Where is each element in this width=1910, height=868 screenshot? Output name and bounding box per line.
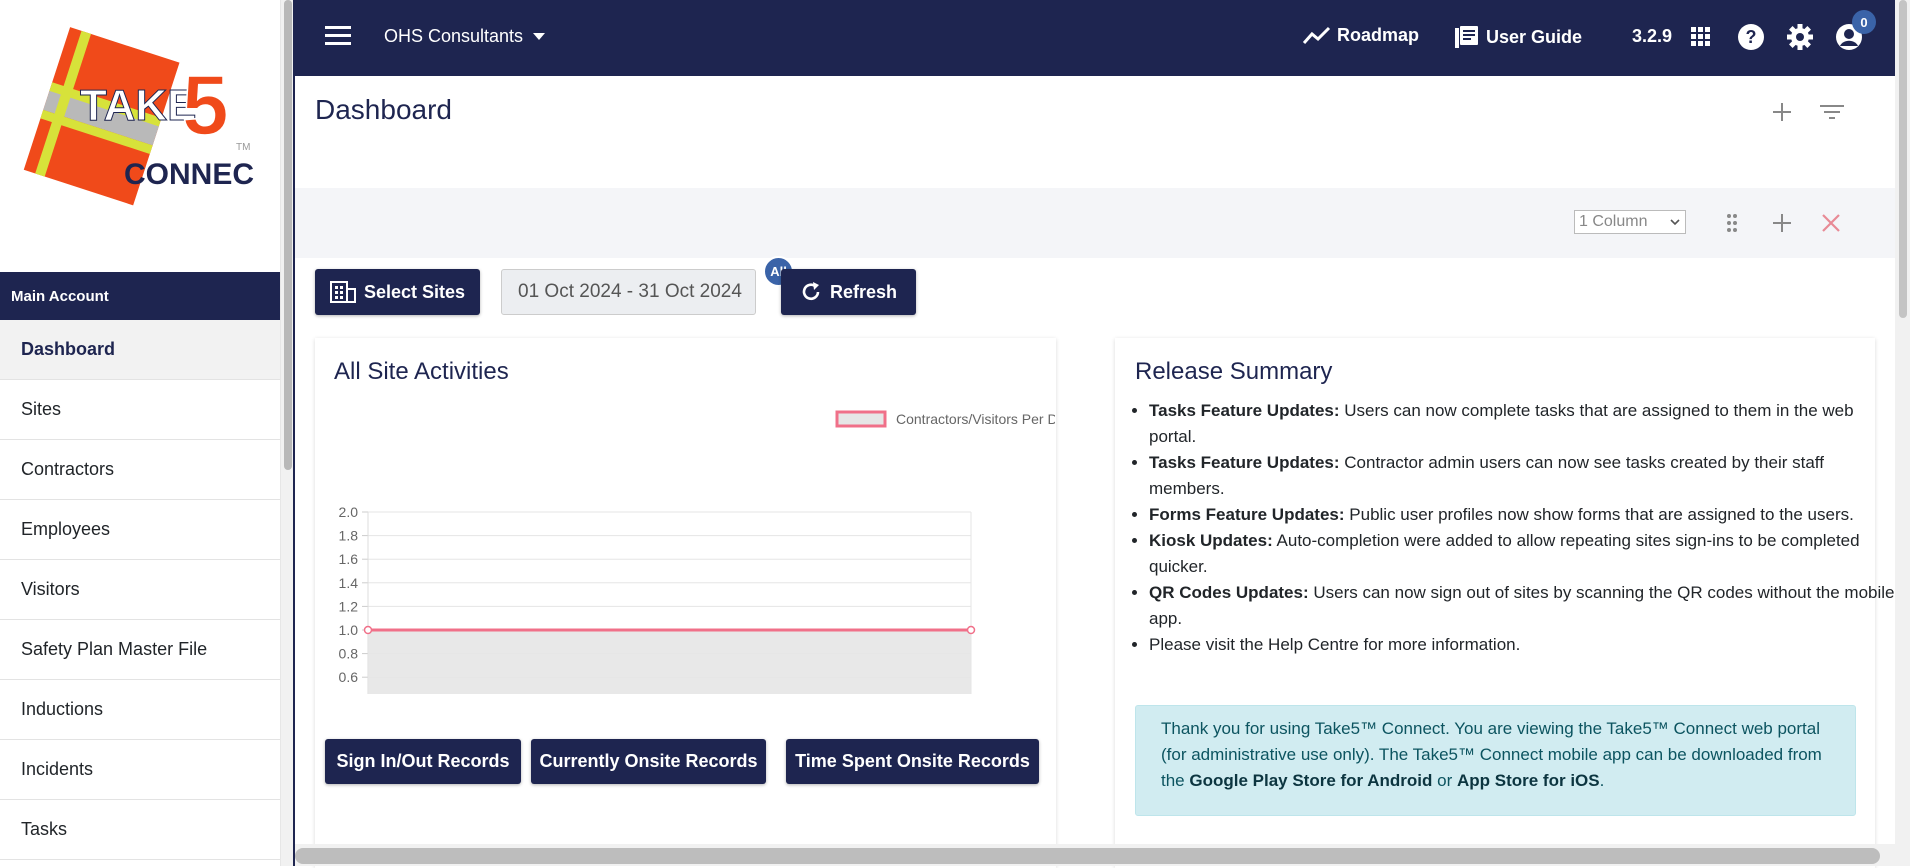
y-tick-label: 0.8: [339, 646, 359, 662]
release-item: Please visit the Help Centre for more in…: [1149, 632, 1904, 658]
series-area: [368, 630, 971, 694]
chevron-down-icon: [1670, 219, 1680, 226]
filter-icon[interactable]: [1819, 100, 1845, 124]
app-download-info: Thank you for using Take5™ Connect. You …: [1135, 705, 1856, 816]
book-icon: [1455, 26, 1478, 48]
activities-chart: Contractors/Visitors Per Day 2.0 1.8 1.6 1.4…: [339, 410, 1055, 694]
data-point: [363, 625, 373, 635]
sidebar-item-employees[interactable]: Employees: [0, 500, 280, 560]
sidebar-item-tasks[interactable]: Tasks: [0, 800, 280, 860]
info-text: .: [1599, 771, 1605, 790]
refresh-label: Refresh: [829, 281, 898, 302]
sidebar-nav: Dashboard Sites Contractors Employees Vi…: [0, 320, 280, 860]
y-tick-label: 1.6: [339, 551, 359, 567]
time-spent-onsite-records-button[interactable]: Time Spent Onsite Records: [786, 739, 1039, 784]
caret-down-icon: [533, 32, 546, 40]
release-item: Tasks Feature Updates: Contractor admin …: [1149, 450, 1904, 502]
select-sites-label: Select Sites: [363, 281, 466, 302]
sidebar-item-inductions[interactable]: Inductions: [0, 680, 280, 740]
logo-tm: TM: [236, 142, 250, 153]
release-summary-title: Release Summary: [1135, 358, 1333, 385]
main-account-header: Main Account: [0, 272, 280, 320]
user-guide-label: User Guide: [1486, 26, 1583, 47]
column-count-select[interactable]: 1 Column: [1574, 210, 1686, 234]
site-activities-title: All Site Activities: [334, 358, 509, 385]
roadmap-label: Roadmap: [1337, 25, 1420, 45]
legend-label: Contractors/Visitors Per Day: [896, 411, 1055, 427]
refresh-button[interactable]: Refresh: [781, 269, 916, 315]
logo-text-5: 5: [182, 58, 229, 152]
take5-connect-logo[interactable]: TAKE 5 CONNECT TM: [14, 22, 272, 212]
release-item: Kiosk Updates: Auto-completion were adde…: [1149, 528, 1904, 580]
sidebar-item-dashboard[interactable]: Dashboard: [0, 320, 280, 380]
sidebar-item-safety-plan[interactable]: Safety Plan Master File: [0, 620, 280, 680]
y-tick-label: 2.0: [339, 504, 359, 520]
release-item-heading: Forms Feature Updates:: [1149, 505, 1345, 524]
logo-text-take: TAKE: [80, 81, 197, 130]
roadmap-link[interactable]: Roadmap: [1303, 25, 1419, 46]
horizontal-scrollbar-thumb[interactable]: [295, 848, 1880, 864]
apps-grid-icon[interactable]: [1690, 26, 1712, 48]
select-sites-button[interactable]: Select Sites: [315, 269, 480, 315]
drag-handle-icon[interactable]: [1722, 211, 1742, 235]
page-title: Dashboard: [315, 94, 452, 125]
release-item-heading: Kiosk Updates:: [1149, 531, 1273, 550]
page-scrollbar[interactable]: [1895, 0, 1910, 866]
trend-line-icon: [1303, 26, 1331, 44]
building-icon: [329, 281, 356, 303]
y-tick-label: 0.4: [339, 693, 359, 694]
hamburger-menu-icon[interactable]: [325, 24, 351, 46]
sidebar-item-sites[interactable]: Sites: [0, 380, 280, 440]
remove-row-icon[interactable]: [1819, 211, 1843, 235]
sidebar-item-incidents[interactable]: Incidents: [0, 740, 280, 800]
release-item-text: Please visit the Help Centre for more in…: [1149, 635, 1521, 654]
logo-text-connect: CONNECT: [124, 158, 254, 191]
sidebar-scrollbar-thumb[interactable]: [284, 0, 292, 470]
release-item: Forms Feature Updates: Public user profi…: [1149, 502, 1904, 528]
settings-gear-icon[interactable]: [1786, 23, 1814, 51]
top-navbar: OHS Consultants Roadmap User Guide 3.2.9…: [295, 0, 1910, 76]
legend-swatch: [835, 410, 887, 428]
page-scrollbar-thumb[interactable]: [1899, 0, 1907, 318]
svg-text:?: ?: [1746, 27, 1757, 47]
sign-in-out-records-button[interactable]: Sign In/Out Records: [325, 739, 521, 784]
currently-onsite-records-button[interactable]: Currently Onsite Records: [531, 739, 766, 784]
date-range-input[interactable]: 01 Oct 2024 - 31 Oct 2024: [501, 269, 756, 315]
column-count-value: 1 Column: [1579, 213, 1648, 230]
refresh-icon: [802, 282, 820, 301]
google-play-link[interactable]: Google Play Store for Android: [1189, 771, 1432, 790]
help-icon[interactable]: ?: [1737, 23, 1765, 51]
account-name: OHS Consultants: [384, 26, 524, 46]
release-item: Tasks Feature Updates: Users can now com…: [1149, 398, 1904, 450]
user-guide-link[interactable]: User Guide: [1454, 25, 1582, 49]
y-tick-label: 1.0: [339, 622, 359, 638]
data-point: [966, 625, 976, 635]
app-store-link[interactable]: App Store for iOS: [1457, 771, 1600, 790]
version-number: 3.2.9: [1632, 26, 1673, 46]
info-text: or: [1432, 771, 1457, 790]
release-item: QR Codes Updates: Users can now sign out…: [1149, 580, 1904, 632]
account-switcher[interactable]: OHS Consultants: [384, 26, 546, 47]
release-item-heading: QR Codes Updates:: [1149, 583, 1309, 602]
y-tick-label: 0.6: [339, 669, 359, 685]
y-tick-label: 1.8: [339, 528, 359, 544]
horizontal-scrollbar[interactable]: [295, 844, 1895, 866]
notification-count-badge[interactable]: 0: [1852, 10, 1876, 34]
release-notes-list: Tasks Feature Updates: Users can now com…: [1119, 398, 1904, 658]
sidebar-item-visitors[interactable]: Visitors: [0, 560, 280, 620]
release-item-heading: Tasks Feature Updates:: [1149, 453, 1340, 472]
add-widget-icon[interactable]: [1770, 100, 1794, 124]
release-item-heading: Tasks Feature Updates:: [1149, 401, 1340, 420]
sidebar-item-contractors[interactable]: Contractors: [0, 440, 280, 500]
sidebar-scrollbar[interactable]: [280, 0, 294, 866]
y-tick-label: 1.2: [339, 598, 359, 614]
add-row-icon[interactable]: [1770, 211, 1794, 235]
sidebar: TAKE 5 CONNECT TM Main Account Dashboard…: [0, 0, 280, 866]
y-tick-label: 1.4: [339, 575, 359, 591]
release-item-text: Public user profiles now show forms that…: [1344, 505, 1854, 524]
